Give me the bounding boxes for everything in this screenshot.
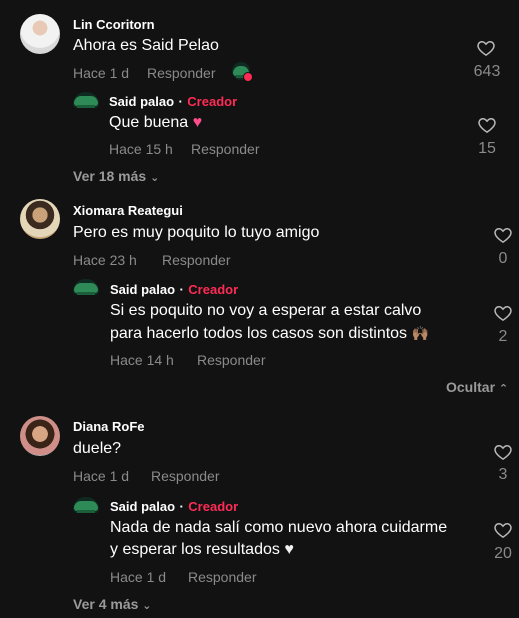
comment-author[interactable]: Diana RoFe	[73, 419, 145, 434]
creator-avatar[interactable]	[73, 279, 99, 295]
like-count: 2	[498, 328, 508, 345]
creator-badge: Creador	[188, 499, 239, 514]
chevron-down-icon: ⌄	[150, 172, 160, 184]
separator: ·	[178, 94, 183, 109]
avatar[interactable]	[20, 199, 60, 239]
reply-author[interactable]: Said palao	[110, 282, 175, 297]
raised-hands-emoji: 🙌🏽	[411, 325, 429, 341]
like-count: 3	[498, 466, 508, 483]
creator-liked-badge-icon	[243, 72, 253, 82]
like-heart-icon[interactable]	[476, 38, 496, 58]
reply-text-line-2-wrap: y esperar los resultados ♥	[110, 539, 294, 561]
like-count: 15	[478, 140, 496, 157]
comment-text: duele?	[73, 440, 122, 457]
comment-author[interactable]: Lin Ccoritorn	[73, 17, 155, 32]
reply-time: Hace 1 d	[110, 569, 167, 585]
reply-author-line: Said palao · Creador	[109, 93, 237, 111]
reply-text-line-2-wrap: para hacerlo todos los casos son distint…	[110, 322, 429, 345]
avatar[interactable]	[20, 14, 60, 54]
comment-text: Pero es muy poquito lo tuyo amigo	[73, 224, 320, 241]
hide-label: Ocultar	[446, 379, 496, 395]
reply-author-line: Said palao · Creador	[110, 498, 238, 516]
view-more-replies-button[interactable]: Ver 4 más ⌄	[73, 596, 152, 612]
reply-author[interactable]: Said palao	[109, 94, 174, 109]
like-heart-icon[interactable]	[493, 225, 513, 245]
reply-time: Hace 14 h	[110, 352, 174, 368]
reply-button[interactable]: Responder	[197, 352, 266, 368]
reply-text-line-1: Si es poquito no voy a esperar a estar c…	[110, 302, 422, 319]
comment-author[interactable]: Xiomara Reategui	[73, 203, 183, 218]
separator: ·	[179, 499, 184, 514]
chevron-up-icon: ⌃	[498, 383, 509, 395]
chevron-down-icon: ⌄	[142, 600, 152, 612]
like-count: 643	[473, 63, 501, 80]
separator: ·	[179, 282, 184, 297]
reply-button[interactable]: Responder	[151, 468, 220, 484]
reply-author-line: Said palao · Creador	[110, 281, 238, 299]
creator-avatar[interactable]	[73, 497, 99, 513]
like-count: 0	[498, 250, 508, 267]
hide-replies-button[interactable]: Ocultar ⌃	[446, 379, 508, 395]
comment-text: Ahora es Said Pelao	[73, 37, 219, 54]
reply-text-line-2: y esperar los resultados	[110, 541, 280, 558]
reply-button[interactable]: Responder	[162, 252, 231, 268]
creator-badge: Creador	[187, 94, 238, 109]
creator-badge: Creador	[188, 282, 239, 297]
like-heart-icon[interactable]	[477, 115, 497, 135]
like-heart-icon[interactable]	[493, 303, 513, 323]
reply-button[interactable]: Responder	[147, 65, 216, 81]
creator-avatar[interactable]	[73, 92, 99, 108]
comment-time: Hace 1 d	[73, 468, 130, 484]
white-heart-emoji: ♥	[284, 541, 294, 558]
view-more-label: Ver 18 más	[73, 168, 147, 184]
like-heart-icon[interactable]	[493, 442, 513, 462]
reply-button[interactable]: Responder	[188, 569, 257, 585]
comment-time: Hace 1 d	[73, 65, 130, 81]
reply-text-line: Que buena ♥	[109, 112, 202, 134]
like-heart-icon[interactable]	[493, 520, 513, 540]
avatar[interactable]	[20, 416, 60, 456]
view-more-replies-button[interactable]: Ver 18 más ⌄	[73, 168, 159, 184]
reply-time: Hace 15 h	[109, 141, 173, 157]
reply-author[interactable]: Said palao	[110, 499, 175, 514]
reply-text-line-1: Nada de nada salí como nuevo ahora cuida…	[110, 519, 448, 536]
reply-text: Que buena	[109, 114, 189, 131]
reply-text-line-2: para hacerlo todos los casos son distint…	[110, 325, 408, 342]
comment-time: Hace 23 h	[73, 252, 137, 268]
reply-button[interactable]: Responder	[191, 141, 260, 157]
pink-heart-emoji: ♥	[192, 114, 203, 131]
view-more-label: Ver 4 más	[73, 596, 139, 612]
like-count: 20	[494, 545, 512, 562]
